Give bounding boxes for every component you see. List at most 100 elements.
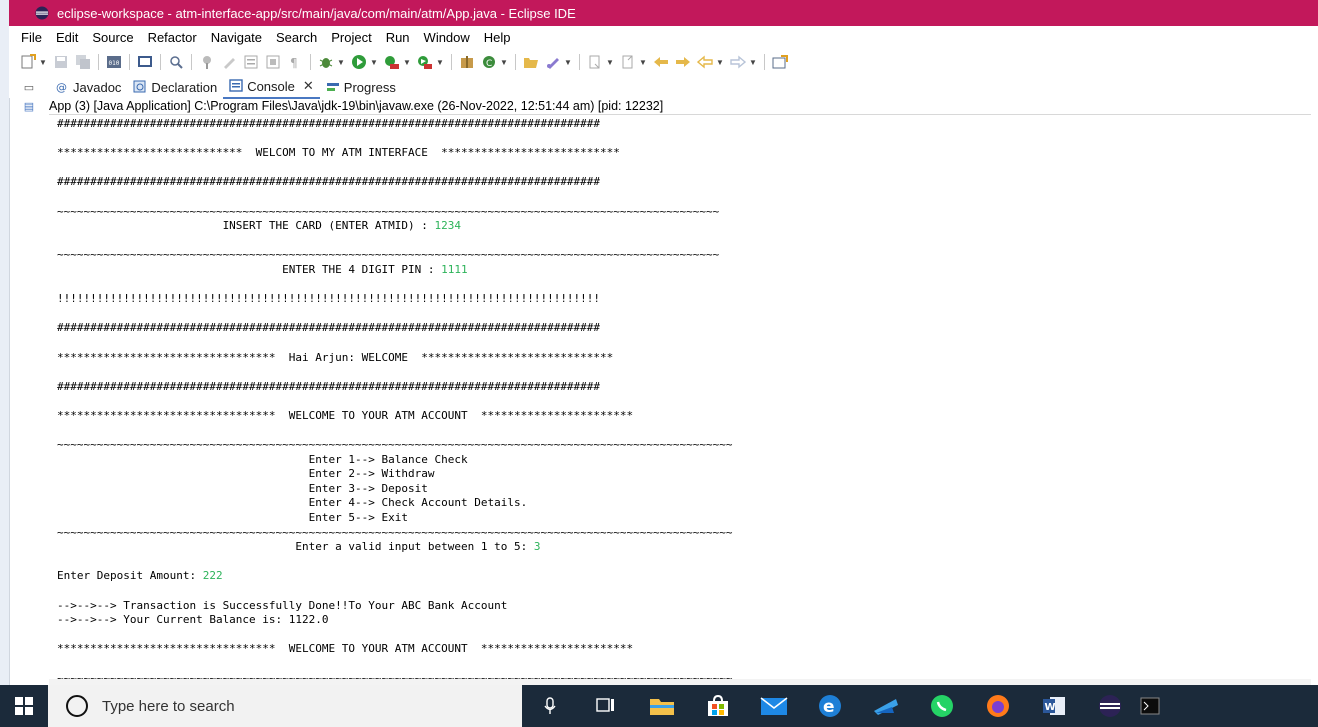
console-line: Enter a valid input between 1 to 5: [57,540,534,554]
tab-declaration-label: Declaration [151,79,218,95]
open-task-dropdown-icon[interactable]: ▼ [564,54,572,70]
menu-window[interactable]: Window [417,30,477,45]
eclipse-icon[interactable] [1082,685,1138,727]
open-folder-icon[interactable] [523,54,539,70]
eclipse-icon [35,6,49,20]
tab-progress-label: Progress [343,79,396,95]
word-icon[interactable]: W [1026,685,1082,727]
next-annotation-dropdown-icon[interactable]: ▼ [606,54,614,70]
menu-search[interactable]: Search [269,30,324,45]
prev-annotation-icon[interactable] [620,54,636,70]
svg-text:e: e [823,697,835,717]
pin-editor-icon[interactable] [772,54,788,70]
taskbar-search-box[interactable]: Type here to search [48,685,522,727]
console-line: ~~~~~~~~~~~~~~~~~~~~~~~~~~~~~~~~~~~~~~~~… [57,525,733,539]
edge-icon[interactable]: e [802,685,858,727]
console-line: !!!!!!!!!!!!!!!!!!!!!!!!!!!!!!!!!!!!!!!!… [57,292,601,306]
tab-javadoc[interactable]: @ Javadoc [49,76,127,98]
window-titlebar: eclipse-workspace - atm-interface-app/sr… [9,0,1318,26]
run-dropdown-icon[interactable]: ▼ [370,54,378,70]
binary-icon[interactable]: 010 [106,54,122,70]
svg-text:@: @ [56,81,67,94]
search-tool-icon[interactable] [168,54,184,70]
coverage-icon[interactable] [384,54,400,70]
block-icon[interactable] [265,54,281,70]
tab-progress[interactable]: Progress [320,76,402,98]
new-class-icon[interactable]: C [481,54,497,70]
console-pin-icon[interactable]: ▤ [9,100,49,113]
declaration-icon [133,80,147,94]
pilcrow-icon[interactable]: ¶ [287,54,303,70]
last-edit-icon[interactable] [653,54,669,70]
console-user-input: 1234 [434,219,462,233]
forward-edit-icon[interactable] [675,54,691,70]
windows-taskbar: Type here to search e W [0,685,1318,727]
save-icon[interactable] [53,54,69,70]
console-line: ########################################… [57,321,601,335]
console-line: ENTER THE 4 DIGIT PIN : [57,262,442,276]
console-line: ********************************* WELCOM… [57,642,634,656]
menu-file[interactable]: File [9,30,49,45]
microphone-icon[interactable] [522,685,578,727]
pen-icon[interactable] [221,54,237,70]
app-icon[interactable] [858,685,914,727]
menu-edit[interactable]: Edit [49,30,85,45]
task-view-icon[interactable] [578,685,634,727]
tab-console[interactable]: Console ✕ [223,75,320,99]
menu-navigate[interactable]: Navigate [204,30,269,45]
store-icon[interactable] [690,685,746,727]
svg-text:W: W [1045,702,1056,713]
save-all-icon[interactable] [75,54,91,70]
taskbar-search-placeholder: Type here to search [102,697,235,715]
tab-declaration[interactable]: Declaration [127,76,223,98]
console-line: INSERT THE CARD (ENTER ATMID) : [57,219,435,233]
open-task-icon[interactable] [545,54,561,70]
close-icon[interactable]: ✕ [303,78,314,94]
menu-run[interactable]: Run [379,30,417,45]
restore-view-icon[interactable]: ▭ [9,81,49,94]
windows-logo-icon [15,697,33,715]
forward-icon[interactable] [730,54,746,70]
back-dropdown-icon[interactable]: ▼ [716,54,724,70]
menu-help[interactable]: Help [477,30,518,45]
console-line: Enter 3--> Deposit [57,481,428,495]
next-annotation-icon[interactable] [587,54,603,70]
mail-icon[interactable] [746,685,802,727]
outline-icon[interactable] [243,54,259,70]
back-icon[interactable] [697,54,713,70]
console-line: ########################################… [57,175,601,189]
menu-refactor[interactable]: Refactor [141,30,204,45]
coverage-dropdown-icon[interactable]: ▼ [403,54,411,70]
console-line: **************************** WELCOM TO M… [57,146,620,160]
debug-icon[interactable] [318,54,334,70]
forward-dropdown-icon[interactable]: ▼ [749,54,757,70]
terminal-icon[interactable] [1138,685,1162,727]
pin-icon[interactable] [199,54,215,70]
firefox-icon[interactable] [970,685,1026,727]
external-tools-icon[interactable] [417,54,433,70]
svg-text:C: C [486,59,492,69]
new-class-dropdown-icon[interactable]: ▼ [500,54,508,70]
debug-dropdown-icon[interactable]: ▼ [337,54,345,70]
prev-annotation-dropdown-icon[interactable]: ▼ [639,54,647,70]
console-user-input: 1111 [441,262,468,276]
console-line: Enter 5--> Exit [57,511,408,525]
window-title: eclipse-workspace - atm-interface-app/sr… [57,5,576,21]
tab-console-label: Console [247,78,295,94]
start-button[interactable] [0,685,48,727]
terminal-icon[interactable] [137,54,153,70]
external-tools-dropdown-icon[interactable]: ▼ [436,54,444,70]
run-icon[interactable] [351,54,367,70]
console-user-input: 222 [202,569,223,583]
new-dropdown-icon[interactable]: ▼ [39,54,47,70]
file-explorer-icon[interactable] [634,685,690,727]
menu-source[interactable]: Source [85,30,140,45]
console-output[interactable]: ########################################… [49,114,1311,680]
console-line: Enter 2--> Withdraw [57,467,435,481]
new-icon[interactable] [20,54,36,70]
console-line: ~~~~~~~~~~~~~~~~~~~~~~~~~~~~~~~~~~~~~~~~… [57,248,720,262]
menu-project[interactable]: Project [324,30,378,45]
whatsapp-icon[interactable] [914,685,970,727]
new-package-icon[interactable] [459,54,475,70]
console-user-input: 3 [533,540,541,554]
